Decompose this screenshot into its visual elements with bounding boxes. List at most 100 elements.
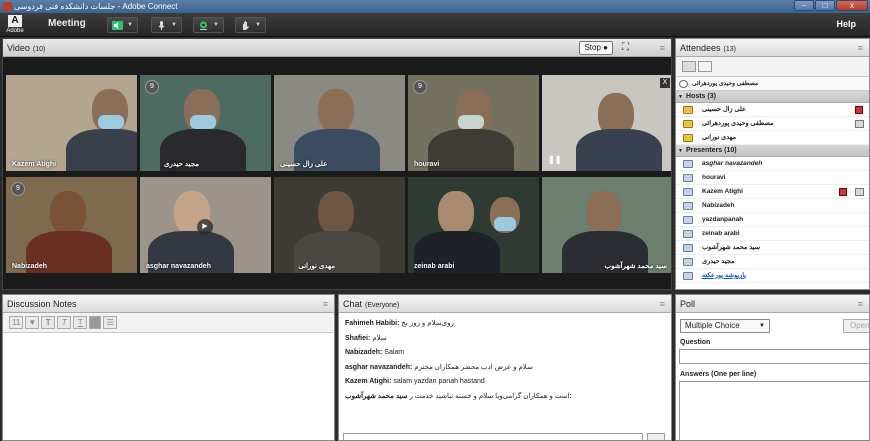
chat-message: Fahimeh Habibi: روی‌سلام و روز بخ xyxy=(345,320,454,327)
close-icon[interactable]: X xyxy=(660,78,670,88)
maximize-button[interactable]: □ xyxy=(815,0,835,11)
hosts-group[interactable]: Hosts (3) xyxy=(676,91,869,103)
video-tile[interactable]: 9 houravi xyxy=(408,75,539,171)
attendee-row[interactable]: مهدی نورانی xyxy=(676,131,869,145)
italic-button[interactable]: T xyxy=(57,316,72,329)
presenter-icon xyxy=(683,230,693,238)
attendee-row[interactable]: zeinab arabi xyxy=(676,227,869,241)
speaker-button[interactable]: ▼ xyxy=(107,17,138,33)
attendees-pod: Attendees(13) ≡ مصطفی وحیدی پوردهرائی Ho… xyxy=(675,38,870,290)
notes-toolbar: 11 ▼ T T T ☰ xyxy=(3,313,334,333)
attendee-row[interactable]: پاریوشه پورعکته xyxy=(676,269,869,283)
video-tile-name: مجید حیدری xyxy=(164,161,199,168)
chat-input[interactable] xyxy=(343,433,643,440)
attendees-pod-header: Attendees (13) ≡ xyxy=(676,39,869,57)
hand-icon xyxy=(243,20,249,30)
sort-icon[interactable] xyxy=(698,61,712,72)
open-poll-button[interactable]: Open xyxy=(843,319,869,333)
raise-hand-button[interactable]: ▼ xyxy=(235,17,266,33)
list-view-icon[interactable] xyxy=(682,61,696,72)
presenter-icon xyxy=(683,216,693,224)
chat-message: asghar navazandeh: سلام و عرض ادب محضر ه… xyxy=(345,363,533,371)
attendee-row[interactable]: Kazem Atighi xyxy=(676,185,869,199)
pin-icon[interactable]: 9 xyxy=(11,182,25,196)
presenters-group[interactable]: Presenters (10) xyxy=(676,145,869,157)
video-tile-name: مهدی نورانی xyxy=(298,263,335,270)
bold-button[interactable]: T xyxy=(41,316,56,329)
meeting-menu[interactable]: Meeting xyxy=(48,18,86,29)
video-pod-header: Video (10) Stop ● ⛶ ≡ xyxy=(3,39,671,57)
text-color-button[interactable] xyxy=(89,316,102,329)
poll-type-select[interactable]: Multiple Choice xyxy=(680,319,770,333)
video-tile-name: Kazem Atighi xyxy=(12,161,57,168)
close-window-button[interactable]: x xyxy=(836,0,868,11)
attendee-row[interactable]: مجید حیدری xyxy=(676,255,869,269)
pin-icon[interactable]: 9 xyxy=(145,80,159,94)
chat-pod: Chat (Everyone) ≡ Fahimeh Habibi: روی‌سلا… xyxy=(338,294,672,441)
chat-audience: (Everyone) xyxy=(365,302,400,309)
poll-title: Poll xyxy=(680,299,696,309)
video-tile[interactable]: zeinab arabi xyxy=(408,177,539,273)
chevron-down-icon: ▼ xyxy=(127,22,133,28)
webcam-icon: ● xyxy=(603,43,608,52)
bullet-list-icon[interactable]: ☰ xyxy=(103,316,118,329)
pause-icon[interactable]: ❚❚ xyxy=(548,155,561,164)
question-label: Question xyxy=(680,339,711,346)
video-tile[interactable]: سید محمد شهرآشوب xyxy=(542,177,671,273)
speaker-icon xyxy=(855,120,864,128)
pod-menu-icon[interactable]: ≡ xyxy=(660,295,665,313)
attendee-row[interactable]: علی زال حسینی xyxy=(676,103,869,117)
host-icon xyxy=(683,120,693,128)
video-tile[interactable]: ❚❚ X xyxy=(542,75,671,171)
presenter-icon xyxy=(683,174,693,182)
presenter-icon xyxy=(683,202,693,210)
poll-pod-header: Poll ≡ xyxy=(676,295,869,313)
window-titlebar: جلسات دانشکده فنی فردوسی - Adobe Connect… xyxy=(0,0,870,13)
video-tile[interactable]: 9 مجید حیدری xyxy=(140,75,271,171)
adobe-logo: A Adobe xyxy=(6,15,24,34)
minimize-button[interactable]: – xyxy=(794,0,814,11)
answers-input[interactable] xyxy=(679,381,869,440)
help-menu[interactable]: Help xyxy=(836,19,856,29)
question-input[interactable] xyxy=(679,349,869,364)
video-tile[interactable]: علی زال حسینی xyxy=(274,75,405,171)
attendee-row[interactable]: مصطفی وحیدی پوردهرائی xyxy=(676,117,869,131)
microphone-button[interactable]: ▼ xyxy=(151,17,182,33)
video-pod-title: Video xyxy=(7,43,30,53)
video-tile-name: houravi xyxy=(414,161,440,168)
attendee-row[interactable]: Nabizadeh xyxy=(676,199,869,213)
host-icon xyxy=(683,134,693,142)
video-tile[interactable]: 9 Nabizadeh xyxy=(6,177,137,273)
video-tile[interactable]: Kazem Atighi xyxy=(6,75,137,171)
underline-button[interactable]: T xyxy=(73,316,88,329)
video-tile[interactable]: مهدی نورانی xyxy=(274,177,405,273)
video-tile-name: zeinab arabi xyxy=(414,263,455,270)
chevron-down-icon[interactable]: ▼ xyxy=(25,316,40,329)
attendee-row[interactable]: houravi xyxy=(676,171,869,185)
chat-message: Nabizadeh: Salam xyxy=(345,349,405,356)
play-icon[interactable]: ▶ xyxy=(197,219,213,235)
pod-menu-icon[interactable]: ≡ xyxy=(660,39,665,57)
video-tile[interactable]: ▶ asghar navazandeh xyxy=(140,177,271,273)
attendees-title: Attendees xyxy=(680,43,721,53)
pod-menu-icon[interactable]: ≡ xyxy=(323,295,328,313)
fullscreen-icon[interactable]: ⛶ xyxy=(622,42,629,54)
chat-title: Chat xyxy=(343,299,363,309)
notes-title: Discussion Notes xyxy=(7,299,77,309)
attendee-row[interactable]: yazdanpanah xyxy=(676,213,869,227)
send-button[interactable] xyxy=(647,433,665,440)
answers-label: Answers (One per line) xyxy=(680,371,757,378)
attendee-row[interactable]: سید محمد شهرآشوب xyxy=(676,241,869,255)
stop-webcam-button[interactable]: Stop ● xyxy=(579,41,613,55)
font-size-select[interactable]: 11 xyxy=(9,316,24,329)
webcam-button[interactable]: ▼ xyxy=(193,17,224,33)
attendee-row[interactable]: asghar navazandeh xyxy=(676,157,869,171)
pod-menu-icon[interactable]: ≡ xyxy=(858,295,863,313)
self-status-row[interactable]: مصطفی وحیدی پوردهرائی xyxy=(676,77,869,91)
video-count: (10) xyxy=(32,46,46,53)
pin-icon[interactable]: 9 xyxy=(413,80,427,94)
pod-menu-icon[interactable]: ≡ xyxy=(858,39,863,57)
chevron-down-icon: ▼ xyxy=(255,22,261,28)
video-tile-name: Nabizadeh xyxy=(12,263,48,270)
presenter-icon xyxy=(683,244,693,252)
